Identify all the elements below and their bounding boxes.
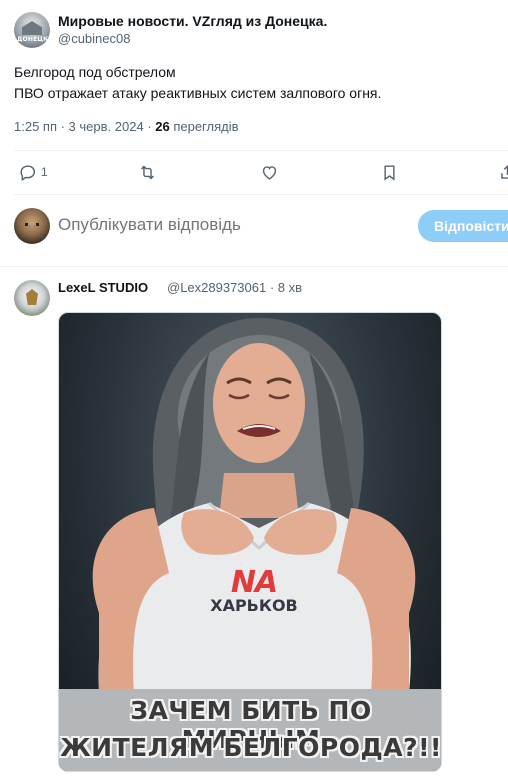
divider [14,150,508,151]
author-name[interactable]: Мировые новости. VZгляд из Донецка. [58,13,327,29]
reply-post-header: LexeL STUDIO @Lex289373061 · 8 хв [14,278,508,316]
shirt-logo-na: NA [230,565,278,600]
reply-count: 1 [41,165,48,179]
emblem-icon [26,289,38,305]
reply-author-name[interactable]: LexeL STUDIO [58,280,148,295]
bookmark-button[interactable] [380,158,399,186]
repost-icon [141,165,154,179]
views-label: переглядів [169,119,239,134]
post-line-2: ПВО отражает атаку реактивных систем зал… [14,85,382,101]
shirt-logo: NA ХАРЬКОВ [209,565,299,615]
reply-submit-button[interactable]: Відповісти [418,210,508,242]
post-line-1: Белгород под обстрелом [14,64,176,80]
views-count: 26 [155,119,170,134]
image-caption-line-2: ЖИТЕЛЯМ БЕЛГОРОДА?!! [60,733,442,762]
share-icon [501,164,508,179]
post-timestamp[interactable]: 1:25 пп · 3 черв. 2024 · [14,119,155,134]
divider [14,194,508,195]
reply-author-avatar[interactable] [14,280,50,316]
reply-button[interactable]: 1 [18,158,48,186]
repost-button[interactable] [138,158,157,186]
author-handle[interactable]: @cubinec08 [58,31,130,46]
current-user-avatar[interactable] [14,208,50,244]
reply-icon [20,164,36,181]
shirt-logo-city: ХАРЬКОВ [210,596,298,615]
post-header: ДОНЕЦК Мировые новости. VZгляд из Донецк… [14,10,508,50]
house-icon [22,21,42,35]
post-meta: 1:25 пп · 3 черв. 2024 · 26 переглядів [14,119,239,134]
tweet-page: ДОНЕЦК Мировые новости. VZгляд из Донецк… [0,0,508,777]
reply-image[interactable]: NA ХАРЬКОВ ЗАЧЕМ БИТЬ ПО МИРНЫМ ЖИТЕЛЯМ … [58,312,442,772]
share-button[interactable] [498,158,508,186]
divider [0,266,508,267]
reply-author-handle[interactable]: @Lex289373061 · 8 хв [167,280,302,295]
reply-input[interactable] [58,215,358,235]
post-text: Белгород под обстрелом ПВО отражает атак… [14,62,494,104]
action-bar: 1 [14,158,508,186]
bookmark-icon [384,164,395,181]
avatar-face [25,223,39,226]
avatar-caption: ДОНЕЦК [17,36,49,43]
heart-icon [262,165,277,180]
reply-composer: Відповісти [14,208,508,246]
author-avatar[interactable]: ДОНЕЦК [14,12,50,48]
like-button[interactable] [260,158,279,186]
